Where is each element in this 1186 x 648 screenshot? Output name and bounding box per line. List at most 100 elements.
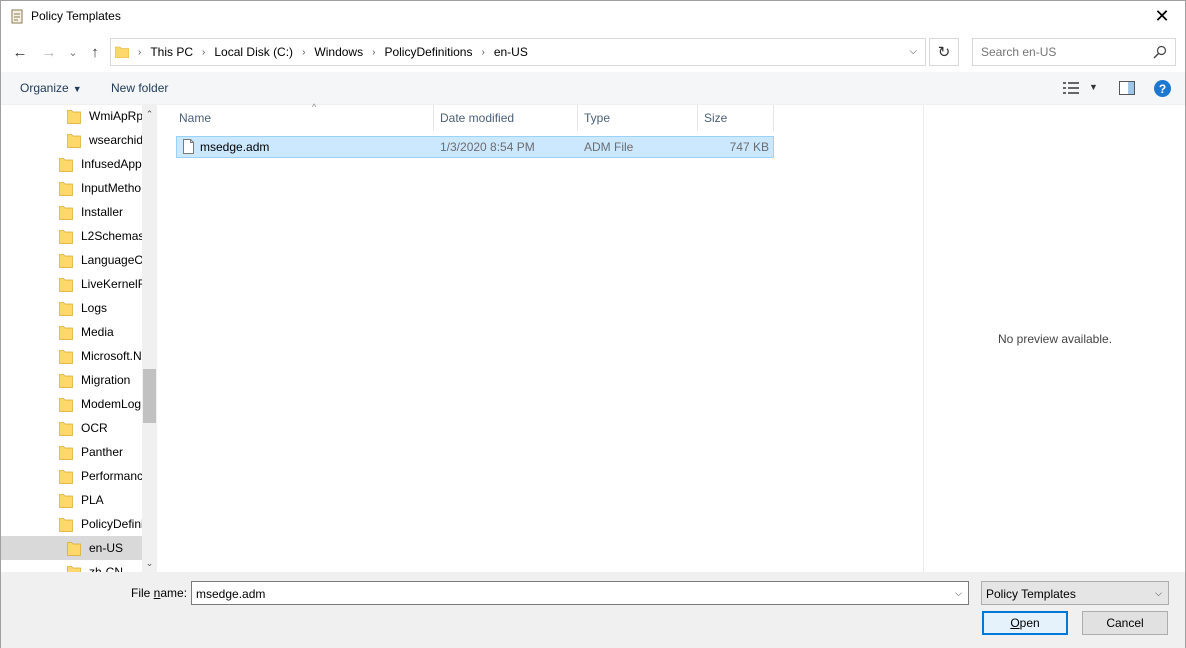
tree-item-label: Panther <box>81 445 124 459</box>
folder-icon <box>59 181 73 196</box>
folder-icon <box>59 349 73 364</box>
search-box[interactable] <box>972 38 1176 66</box>
folder-icon <box>59 421 73 436</box>
file-name-combobox[interactable]: ⌵ <box>191 581 969 605</box>
folder-icon <box>67 541 81 556</box>
file-date-cell: 1/3/2020 8:54 PM <box>440 140 535 154</box>
file-type-value: Policy Templates <box>986 587 1076 601</box>
organize-button[interactable]: Organize ▼ <box>20 81 82 95</box>
breadcrumb-windows[interactable]: Windows <box>314 45 363 59</box>
back-button[interactable]: ← <box>10 42 30 62</box>
tree-item-label: wsearchid <box>89 133 142 147</box>
open-button[interactable]: Open <box>982 611 1068 635</box>
forward-arrow-icon: → <box>41 43 57 61</box>
preview-pane-icon[interactable] <box>1119 81 1135 95</box>
tree-item[interactable]: LanguageO <box>1 248 142 272</box>
tree-item[interactable]: zh-CN <box>1 560 142 572</box>
recent-locations-button[interactable]: ⌄ <box>63 42 83 62</box>
scroll-down-icon[interactable]: ⌄ <box>142 556 157 570</box>
tree-item[interactable]: PolicyDefini <box>1 512 142 536</box>
cancel-label: Cancel <box>1106 616 1144 630</box>
new-folder-label: New folder <box>111 81 169 95</box>
breadcrumb-en-us[interactable]: en-US <box>494 45 528 59</box>
search-input[interactable] <box>981 44 1151 60</box>
column-header-date-modified[interactable]: Date modified <box>434 105 578 131</box>
column-header-name[interactable]: Name ^ <box>173 102 434 131</box>
tree-item[interactable]: wsearchid <box>1 128 142 152</box>
help-icon[interactable]: ? <box>1154 80 1171 97</box>
breadcrumb-this-pc[interactable]: This PC <box>150 45 193 59</box>
new-folder-button[interactable]: New folder <box>111 81 168 95</box>
tree-item-label: InfusedApp <box>81 157 142 171</box>
tree-item[interactable]: en-US <box>1 536 142 560</box>
column-header-type-label: Type <box>584 111 611 125</box>
details-view-icon[interactable] <box>1063 82 1079 94</box>
cancel-button[interactable]: Cancel <box>1082 611 1168 635</box>
tree-item-label: PolicyDefini <box>81 517 142 531</box>
folder-icon <box>59 301 73 316</box>
file-type-select[interactable]: Policy Templates ⌵ <box>981 581 1169 605</box>
tree-item[interactable]: Microsoft.N <box>1 344 142 368</box>
folder-icon <box>59 373 73 388</box>
tree-item[interactable]: PLA <box>1 488 142 512</box>
tree-item[interactable]: WmiApRp <box>1 105 142 128</box>
tree-item[interactable]: InputMetho <box>1 176 142 200</box>
tree-item[interactable]: L2Schemas <box>1 224 142 248</box>
view-options-dropdown-icon[interactable]: ▼ <box>1089 82 1098 92</box>
breadcrumb-policydefinitions[interactable]: PolicyDefinitions <box>384 45 472 59</box>
dialog-footer: File name: ⌵ Policy Templates ⌵ Open Can… <box>1 572 1185 648</box>
folder-icon <box>59 493 73 508</box>
title-bar: Policy Templates ✕ <box>1 1 1185 32</box>
file-row[interactable]: msedge.adm 1/3/2020 8:54 PM ADM File 747… <box>176 136 774 158</box>
tree-item[interactable]: LiveKernelR <box>1 272 142 296</box>
tree-item[interactable]: Logs <box>1 296 142 320</box>
refresh-button[interactable]: ↻ <box>929 38 959 66</box>
tree-item[interactable]: InfusedApp <box>1 152 142 176</box>
address-history-dropdown-icon[interactable]: ⌵ <box>909 46 917 57</box>
tree-item[interactable]: Performanc <box>1 464 142 488</box>
column-header-date-label: Date modified <box>440 111 515 125</box>
folder-icon <box>59 469 73 484</box>
chevron-down-icon: ⌵ <box>1155 588 1162 598</box>
forward-button[interactable]: → <box>39 42 59 62</box>
folder-icon <box>67 109 81 124</box>
address-bar[interactable]: › This PC › Local Disk (C:) › Windows › … <box>110 38 926 66</box>
breadcrumb-separator-icon: › <box>138 46 142 58</box>
tree-item-label: L2Schemas <box>81 229 142 243</box>
folder-icon <box>67 565 81 572</box>
scroll-up-icon[interactable]: ⌃ <box>142 107 157 121</box>
tree-item[interactable]: Panther <box>1 440 142 464</box>
tree-item[interactable]: Migration <box>1 368 142 392</box>
tree-item-label: PLA <box>81 493 104 507</box>
breadcrumb-separator-icon: › <box>372 46 376 58</box>
tree-item-label: Media <box>81 325 114 339</box>
chevron-down-icon[interactable]: ⌵ <box>955 588 962 599</box>
up-button[interactable]: ↑ <box>85 42 105 62</box>
caret-down-icon: ▼ <box>72 84 82 94</box>
folder-icon <box>59 205 73 220</box>
tree-item[interactable]: OCR <box>1 416 142 440</box>
tree-item[interactable]: Installer <box>1 200 142 224</box>
tree-item-label: Performanc <box>81 469 142 483</box>
navigation-tree: WmiApRp wsearchid InfusedApp InputMetho Inst… <box>1 105 157 572</box>
tree-scrollbar-thumb[interactable] <box>143 369 156 423</box>
tree-item-label: Installer <box>81 205 124 219</box>
column-header-size[interactable]: Size <box>698 105 774 131</box>
column-header-name-label: Name <box>179 111 212 125</box>
tree-item-label: LiveKernelR <box>81 277 142 291</box>
breadcrumb-local-disk[interactable]: Local Disk (C:) <box>214 45 293 59</box>
tree-item-label: Logs <box>81 301 108 315</box>
folder-icon <box>67 133 81 148</box>
file-icon <box>183 139 194 154</box>
tree-item[interactable]: Media <box>1 320 142 344</box>
column-header-type[interactable]: Type <box>578 105 698 131</box>
refresh-icon: ↻ <box>937 44 951 61</box>
breadcrumb-separator-icon: › <box>202 46 206 58</box>
file-name-input[interactable] <box>196 586 936 601</box>
tree-scrollbar[interactable]: ⌃ ⌄ <box>142 105 157 572</box>
policy-templates-dialog: Policy Templates ✕ ← → ⌄ ↑ › This PC › L… <box>0 0 1186 648</box>
tree-item[interactable]: ModemLog <box>1 392 142 416</box>
navigation-bar: ← → ⌄ ↑ › This PC › Local Disk (C:) › Wi… <box>1 32 1185 72</box>
sort-ascending-icon: ^ <box>312 102 317 112</box>
close-button[interactable]: ✕ <box>1139 1 1185 32</box>
